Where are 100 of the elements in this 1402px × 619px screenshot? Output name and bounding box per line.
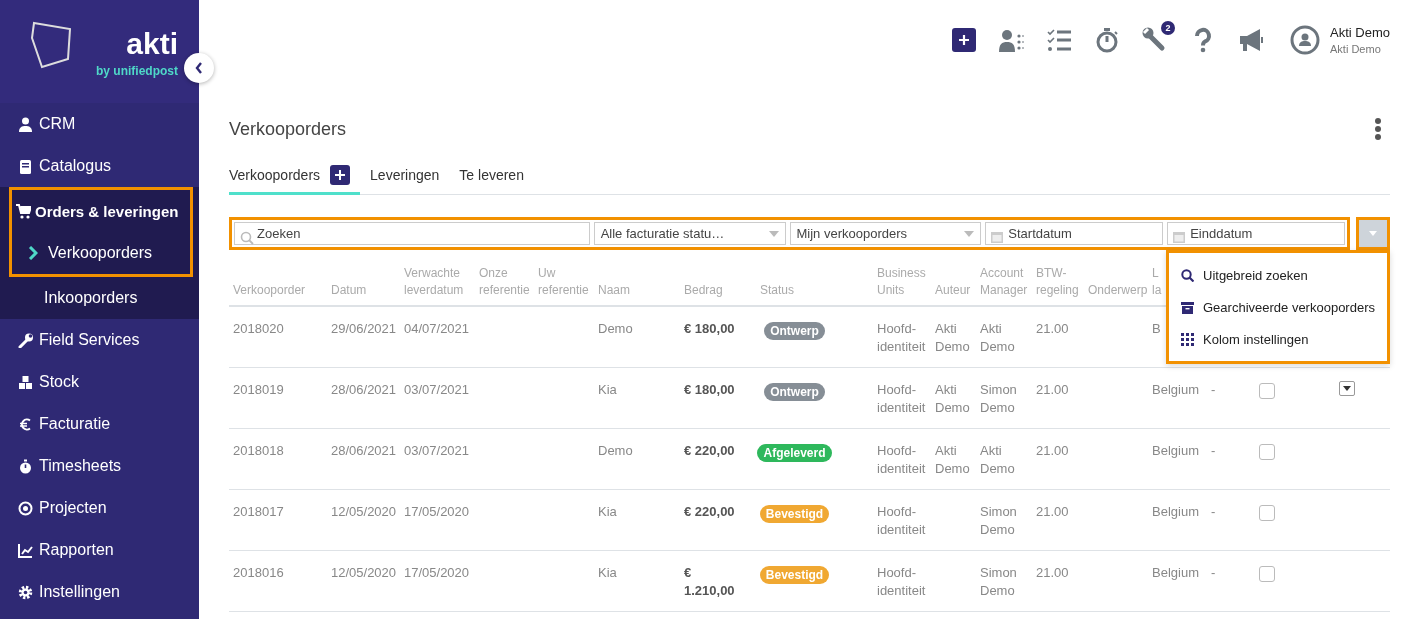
- book-icon: [18, 158, 33, 174]
- table-cell: 28/06/2021: [327, 429, 400, 490]
- calendar-icon: [991, 231, 1004, 243]
- notification-badge: 2: [1161, 21, 1176, 35]
- table-cell: Hoofd-identiteit: [873, 490, 931, 551]
- table-cell: 28/06/2021: [327, 368, 400, 429]
- table-cell: 2018016: [229, 551, 327, 612]
- user-icon: [18, 116, 33, 132]
- collapse-button[interactable]: [184, 53, 214, 83]
- table-cell: Belgium: [1151, 429, 1207, 490]
- column-header: Business Units: [873, 265, 931, 307]
- checkbox[interactable]: [1259, 566, 1275, 582]
- table-cell: 17/05/2020: [400, 490, 475, 551]
- chevron-left-icon: [194, 61, 204, 75]
- table-cell: € 220,00: [680, 429, 756, 490]
- plus-icon: [334, 168, 347, 181]
- sidebar-item[interactable]: Instellingen: [0, 571, 199, 613]
- table-cell: Belgium: [1151, 368, 1207, 429]
- column-header: Bedrag: [680, 265, 756, 307]
- column-header: Onderwerp: [1084, 265, 1151, 307]
- gear-icon: [18, 584, 33, 600]
- column-header: Verwachte leverdatum: [400, 265, 475, 307]
- sidebar-item[interactable]: Field Services: [0, 319, 199, 361]
- sidebar-item[interactable]: Projecten: [0, 487, 199, 529]
- table-cell: 21.00: [1032, 551, 1084, 612]
- status-badge: Bevestigd: [759, 566, 830, 584]
- checkbox[interactable]: [1259, 383, 1275, 399]
- user-subtitle: Akti Demo: [1330, 43, 1382, 55]
- status-badge: Ontwerp: [764, 322, 825, 340]
- sidebar-item[interactable]: Rapporten: [0, 529, 199, 571]
- user-avatar-icon: [1290, 25, 1321, 55]
- table-cell: Kia: [594, 368, 680, 429]
- table-cell: 21.00: [1032, 490, 1084, 551]
- wrench-icon: [18, 332, 33, 348]
- sidebar-subitem[interactable]: Verkooporders: [12, 232, 190, 274]
- target-icon: [18, 500, 33, 516]
- search-icon: [1181, 268, 1194, 282]
- table-cell: Hoofd-identiteit: [873, 368, 931, 429]
- column-header: Auteur: [931, 265, 976, 307]
- more-menu-icon[interactable]: [1374, 117, 1382, 141]
- checkbox[interactable]: [1259, 505, 1275, 521]
- logo-tagline: by unifiedpost: [96, 64, 178, 78]
- add-button[interactable]: [952, 28, 977, 52]
- search-field[interactable]: Zoeken: [234, 222, 590, 245]
- table-cell: 2018020: [229, 307, 327, 368]
- date-field[interactable]: Einddatum: [1167, 222, 1345, 245]
- user-name: Akti Demo: [1330, 25, 1390, 40]
- calendar-icon: [1173, 231, 1186, 243]
- page-title: Verkooporders: [229, 118, 347, 140]
- column-header: Status: [756, 265, 873, 307]
- stopwatch-icon: [18, 458, 33, 474]
- sidebar-item[interactable]: CRM: [0, 103, 199, 145]
- sidebar-item[interactable]: Facturatie: [0, 403, 199, 445]
- column-header: Uw referentie: [534, 265, 594, 307]
- search-icon: [240, 231, 254, 245]
- column-header: Onze referentie: [475, 265, 534, 307]
- euro-icon: [18, 416, 33, 432]
- table-cell: 29/06/2021: [327, 307, 400, 368]
- column-header: Verkooporder: [229, 265, 327, 307]
- status-badge: Ontwerp: [764, 383, 825, 401]
- select-field[interactable]: Mijn verkooporders: [789, 222, 982, 245]
- table-cell: Hoofd-identiteit: [873, 307, 931, 368]
- table-cell: Simon Demo: [976, 551, 1032, 612]
- table-cell: Simon Demo: [976, 490, 1032, 551]
- table-cell: € 180,00: [680, 368, 756, 429]
- status-badge: Afgeleverd: [757, 444, 832, 462]
- table-cell: -: [1207, 490, 1255, 551]
- column-header: Account Manager: [976, 265, 1032, 307]
- sidebar-subitem[interactable]: Inkooporders: [0, 277, 199, 319]
- plus-icon: [957, 33, 972, 47]
- menu-item[interactable]: Uitgebreid zoeken: [1169, 259, 1387, 291]
- sidebar-item[interactable]: Timesheets: [0, 445, 199, 487]
- tab[interactable]: Verkooporders: [229, 157, 361, 195]
- date-field[interactable]: Startdatum: [985, 222, 1164, 245]
- sidebar-item[interactable]: Stock: [0, 361, 199, 403]
- add-button[interactable]: [330, 164, 351, 185]
- table-cell: -: [1207, 368, 1255, 429]
- checklist-icon[interactable]: [1046, 27, 1073, 53]
- table-cell: Akti Demo: [931, 307, 976, 368]
- cart-icon: [16, 203, 31, 219]
- sidebar-item[interactable]: Orders & leveringen: [12, 190, 190, 232]
- select-field[interactable]: Alle facturatie statu…: [593, 222, 786, 245]
- table-cell: Hoofd-identiteit: [873, 551, 931, 612]
- checkbox[interactable]: [1259, 444, 1275, 460]
- table-cell: Simon Demo: [976, 368, 1032, 429]
- sidebar-item[interactable]: Catalogus: [0, 145, 199, 187]
- contacts-list-icon[interactable]: [998, 27, 1025, 53]
- dropdown-toggle[interactable]: [1356, 217, 1390, 250]
- table-cell: € 1.210,00: [680, 551, 756, 612]
- table-cell: Demo: [594, 429, 680, 490]
- table-cell: Demo: [594, 307, 680, 368]
- row-menu-button[interactable]: [1339, 381, 1355, 396]
- table-cell: Akti Demo: [976, 429, 1032, 490]
- tab[interactable]: Te leveren: [459, 157, 534, 195]
- chevron-right-icon: [28, 246, 38, 260]
- table-cell: 04/07/2021: [400, 307, 475, 368]
- megaphone-icon[interactable]: [1238, 27, 1265, 53]
- table-cell: Kia: [594, 490, 680, 551]
- cubes-icon: [18, 374, 33, 390]
- tab[interactable]: Leveringen: [370, 157, 450, 195]
